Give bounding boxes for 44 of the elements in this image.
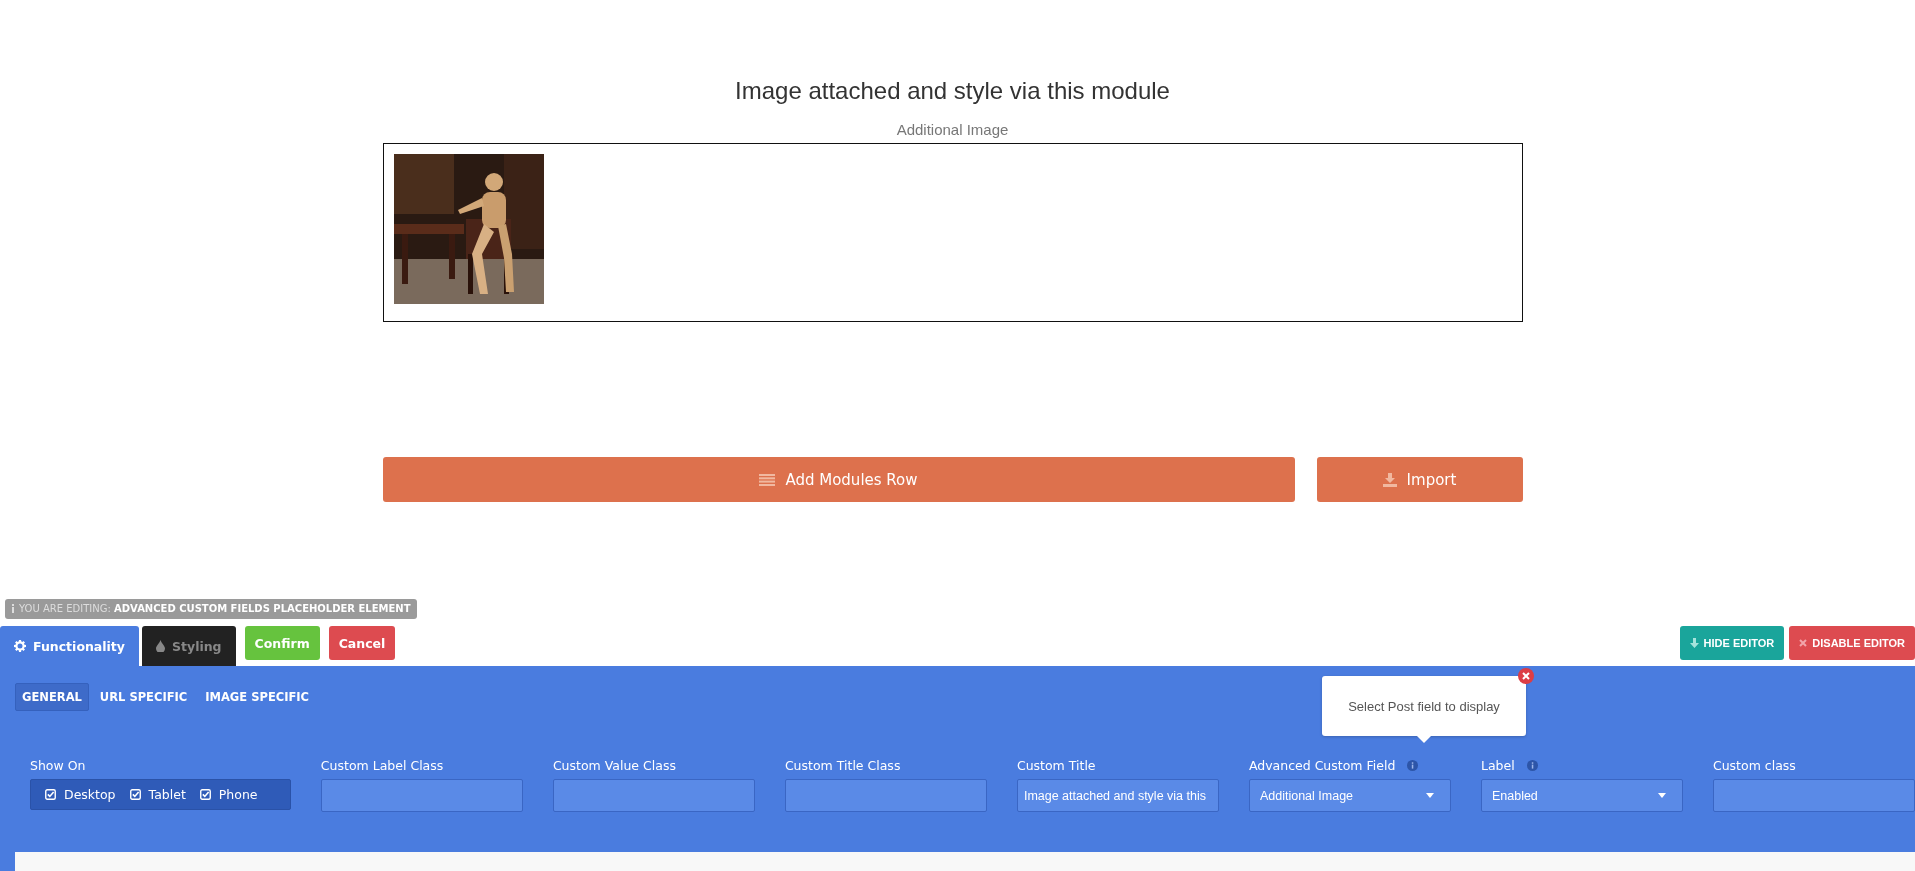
add-row-button[interactable]: Add Modules Row <box>382 457 1295 502</box>
section-tab[interactable]: IMAGE SPECIFIC <box>198 683 317 711</box>
hide-editor-button[interactable]: HIDE EDITOR <box>1679 626 1785 660</box>
field-label: Label <box>1480 757 1515 773</box>
confirm-button[interactable]: Confirm <box>244 626 320 660</box>
text-field[interactable] <box>552 779 755 812</box>
caret-icon <box>1425 793 1434 798</box>
download-icon <box>1382 472 1397 487</box>
close-icon <box>1522 672 1530 680</box>
import-button[interactable]: Import <box>1316 457 1523 502</box>
checkbox[interactable]: Phone <box>199 787 258 802</box>
section-tab[interactable]: GENERAL <box>15 683 89 711</box>
text-field[interactable] <box>1712 779 1915 812</box>
editing-badge: YOU ARE EDITING: ADVANCED CUSTOM FIELDS PLACEHOLDER ELEMENT <box>5 599 417 619</box>
lines-icon <box>759 473 776 486</box>
field-label: Custom Title Class <box>784 757 901 773</box>
text-field[interactable] <box>784 779 987 812</box>
text-field[interactable] <box>320 779 523 812</box>
dropdown[interactable]: Additional Image <box>1248 779 1451 812</box>
caret-icon <box>1657 793 1666 798</box>
field-label: Additional Image <box>896 120 1009 140</box>
field-label: Custom Title <box>1016 757 1096 773</box>
section-tab[interactable]: URL SPECIFIC <box>92 683 195 711</box>
close-button[interactable] <box>1518 668 1534 684</box>
drop-icon <box>156 640 165 652</box>
tooltip-text: Select Post field to display <box>1348 698 1500 714</box>
field-label: Custom Value Class <box>552 757 676 773</box>
text-field[interactable]: Image attached and style via this <box>1016 779 1219 812</box>
field-label: Advanced Custom Field <box>1248 757 1396 773</box>
down-arrow-icon <box>1689 638 1699 648</box>
dropdown[interactable]: Enabled <box>1480 779 1683 812</box>
editor-tab[interactable]: Styling <box>142 626 236 666</box>
field-label: Show On <box>30 757 86 773</box>
disable-editor-button[interactable]: DISABLE EDITOR <box>1789 626 1915 660</box>
page-title: Image attached and style via this module <box>735 76 1170 106</box>
checkbox[interactable]: Tablet <box>129 787 186 802</box>
close-icon <box>1799 639 1808 647</box>
checkbox[interactable]: Desktop <box>45 787 116 802</box>
info-icon <box>11 604 15 613</box>
field-label: Custom Label Class <box>320 757 444 773</box>
editor-tab[interactable]: Functionality <box>0 626 139 666</box>
field-label: Custom class <box>1712 757 1796 773</box>
gear-icon <box>14 640 26 652</box>
cancel-button[interactable]: Cancel <box>328 626 396 660</box>
